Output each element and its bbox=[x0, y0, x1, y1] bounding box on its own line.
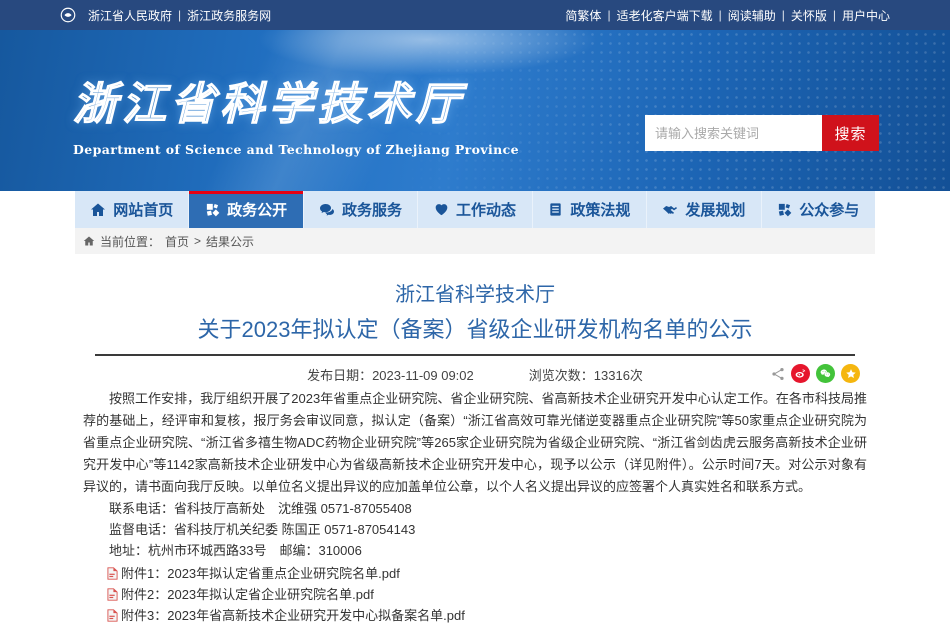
article-card: 浙江省科学技术厅 关于2023年拟认定（备案）省级企业研发机构名单的公示 发布日… bbox=[75, 282, 875, 626]
article-body-paragraph: 按照工作安排，我厅组织开展了2023年省重点企业研究院、省企业研究院、省高新技术… bbox=[75, 388, 875, 498]
topbar-quick-links: 简繁体 | 适老化客户端下载 | 阅读辅助 | 关怀版 | 用户中心 bbox=[565, 7, 890, 24]
nav-item-gov-disclosure[interactable]: 政务公开 bbox=[189, 191, 303, 228]
link-care-version[interactable]: 关怀版 bbox=[791, 7, 827, 24]
attachment-link-2[interactable]: 附件2：2023年拟认定省企业研究院名单.pdf bbox=[83, 584, 867, 605]
separator: | bbox=[833, 8, 836, 22]
breadcrumb-current: 结果公示 bbox=[206, 233, 254, 250]
view-count: 浏览次数：13316次 bbox=[529, 365, 643, 384]
view-count-value: 13316次 bbox=[594, 368, 643, 383]
title-divider bbox=[95, 354, 855, 356]
breadcrumb-home-link[interactable]: 首页 bbox=[165, 233, 189, 250]
qzone-share-icon[interactable] bbox=[841, 364, 860, 383]
nav-item-label: 政务公开 bbox=[227, 199, 287, 220]
handshake-icon bbox=[662, 202, 678, 218]
attachment-text: 附件3：2023年省高新技术企业研究开发中心拟备案名单.pdf bbox=[121, 605, 465, 626]
seal-icon bbox=[777, 202, 792, 217]
chat-icon bbox=[319, 202, 335, 218]
site-banner: 浙江省科学技术厅 Department of Science and Techn… bbox=[0, 30, 950, 191]
nav-item-label: 发展规划 bbox=[685, 199, 745, 220]
publish-date: 发布日期：2023-11-09 09:02 bbox=[307, 365, 474, 384]
attachment-link-3[interactable]: 附件3：2023年省高新技术企业研究开发中心拟备案名单.pdf bbox=[83, 605, 867, 626]
address-line: 地址：杭州市环城西路33号 邮编：310006 bbox=[83, 540, 867, 561]
link-simplified-traditional[interactable]: 简繁体 bbox=[565, 7, 601, 24]
nav-item-label: 政策法规 bbox=[570, 199, 630, 220]
link-reading-assist[interactable]: 阅读辅助 bbox=[728, 7, 776, 24]
link-user-center[interactable]: 用户中心 bbox=[842, 7, 890, 24]
link-elderly-client-download[interactable]: 适老化客户端下载 bbox=[617, 7, 713, 24]
view-count-label: 浏览次数： bbox=[529, 368, 594, 383]
doc-icon bbox=[548, 202, 563, 217]
nav-item-development-planning[interactable]: 发展规划 bbox=[647, 191, 761, 228]
zhejiang-gov-emblem-icon bbox=[60, 7, 76, 23]
site-logo[interactable]: 浙江省科学技术厅 Department of Science and Techn… bbox=[73, 68, 519, 157]
contact-info: 联系电话：省科技厅高新处 沈维强 0571-87055408 监督电话：省科技厅… bbox=[75, 498, 875, 561]
nav-item-work-news[interactable]: 工作动态 bbox=[418, 191, 532, 228]
nav-item-label: 公众参与 bbox=[799, 199, 859, 220]
publish-date-value: 2023-11-09 09:02 bbox=[372, 368, 474, 383]
home-icon bbox=[90, 202, 106, 218]
nav-item-home[interactable]: 网站首页 bbox=[75, 191, 189, 228]
attachment-list: 附件1：2023年拟认定省重点企业研究院名单.pdf 附件2：2023年拟认定省… bbox=[75, 563, 875, 626]
separator: | bbox=[719, 8, 722, 22]
nav-item-gov-services[interactable]: 政务服务 bbox=[304, 191, 418, 228]
nav-item-label: 网站首页 bbox=[113, 199, 173, 220]
site-name-english: Department of Science and Technology of … bbox=[73, 142, 519, 157]
breadcrumb-prefix: 当前位置： bbox=[100, 233, 160, 250]
link-provincial-government[interactable]: 浙江省人民政府 bbox=[88, 7, 172, 24]
weibo-share-icon[interactable] bbox=[791, 364, 810, 383]
share-icon[interactable] bbox=[771, 367, 785, 381]
nav-item-public-participation[interactable]: 公众参与 bbox=[762, 191, 875, 228]
main-nav: 网站首页 政务公开 政务服务 工作动态 政策法规 发展规划 公众参与 bbox=[75, 191, 875, 228]
link-gov-service-site[interactable]: 浙江政务服务网 bbox=[187, 7, 271, 24]
seal-icon bbox=[205, 202, 220, 217]
breadcrumb: 当前位置： 首页 > 结果公示 bbox=[75, 228, 875, 254]
article-meta-row: 发布日期：2023-11-09 09:02 浏览次数：13316次 bbox=[75, 362, 875, 386]
site-name-calligraphy: 浙江省科学技术厅 bbox=[73, 68, 519, 132]
nav-item-label: 政务服务 bbox=[342, 199, 402, 220]
top-utility-bar: 浙江省人民政府 | 浙江政务服务网 简繁体 | 适老化客户端下载 | 阅读辅助 … bbox=[0, 0, 950, 30]
breadcrumb-arrow: > bbox=[194, 234, 201, 248]
search-button[interactable]: 搜索 bbox=[822, 115, 879, 151]
wechat-share-icon[interactable] bbox=[816, 364, 835, 383]
nav-item-label: 工作动态 bbox=[456, 199, 516, 220]
separator: | bbox=[782, 8, 785, 22]
pdf-file-icon bbox=[107, 609, 118, 622]
attachment-link-1[interactable]: 附件1：2023年拟认定省重点企业研究院名单.pdf bbox=[83, 563, 867, 584]
nav-item-policies[interactable]: 政策法规 bbox=[533, 191, 647, 228]
separator: | bbox=[607, 8, 610, 22]
article-title-main: 关于2023年拟认定（备案）省级企业研发机构名单的公示 bbox=[75, 316, 875, 344]
supervision-phone: 监督电话：省科技厅机关纪委 陈国正 0571-87054143 bbox=[83, 519, 867, 540]
site-search: 搜索 bbox=[645, 115, 879, 151]
share-bar bbox=[771, 364, 860, 383]
home-small-icon bbox=[83, 235, 95, 247]
pdf-file-icon bbox=[107, 588, 118, 601]
publish-date-label: 发布日期： bbox=[307, 368, 372, 383]
contact-phone: 联系电话：省科技厅高新处 沈维强 0571-87055408 bbox=[83, 498, 867, 519]
attachment-text: 附件1：2023年拟认定省重点企业研究院名单.pdf bbox=[121, 563, 400, 584]
heart-icon bbox=[434, 202, 449, 217]
separator: | bbox=[178, 8, 181, 22]
article-title-agency: 浙江省科学技术厅 bbox=[75, 282, 875, 308]
attachment-text: 附件2：2023年拟认定省企业研究院名单.pdf bbox=[121, 584, 374, 605]
topbar-brand-group: 浙江省人民政府 | 浙江政务服务网 bbox=[60, 7, 271, 24]
search-input[interactable] bbox=[645, 115, 822, 151]
pdf-file-icon bbox=[107, 567, 118, 580]
